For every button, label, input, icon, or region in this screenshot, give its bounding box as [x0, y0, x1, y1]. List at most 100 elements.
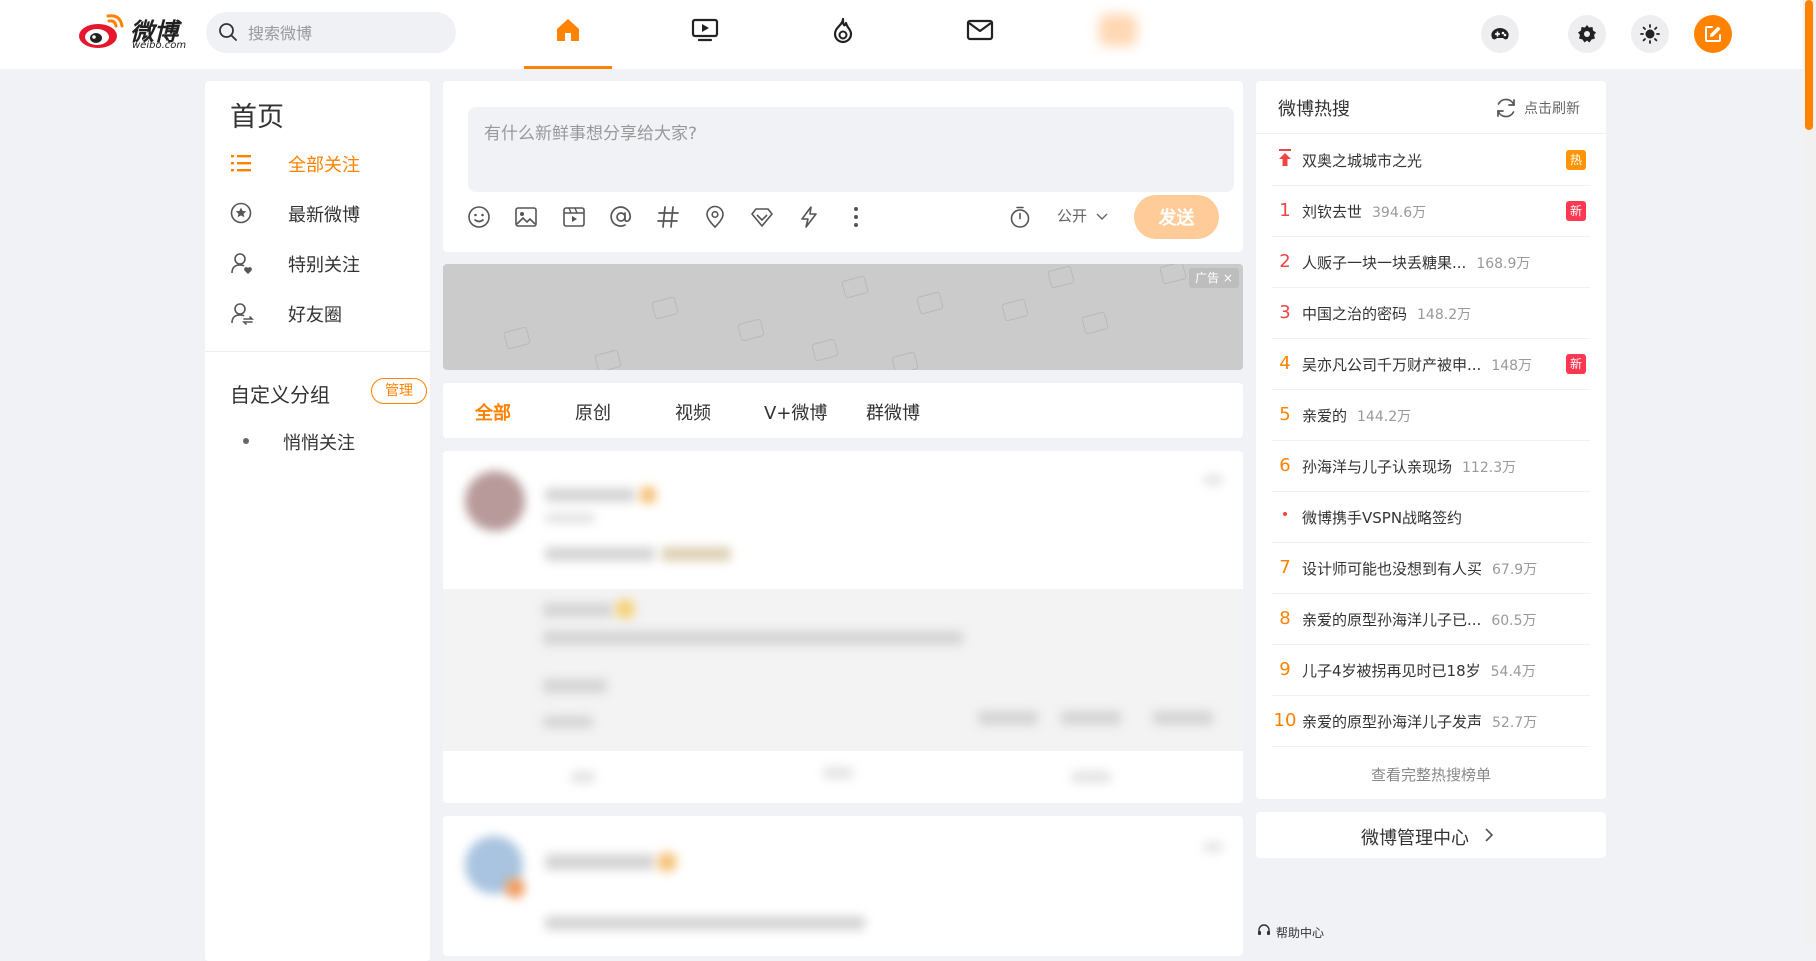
hot-search-item[interactable]: 5 亲爱的 144.2万	[1272, 389, 1590, 441]
hot-search-panel: 微博热搜 点击刷新 双奥之城城市之光 热 1 刘钦去世 394.6万 新 2 人贩…	[1256, 81, 1606, 799]
hot-search-item[interactable]: 1 刘钦去世 394.6万 新	[1272, 185, 1590, 237]
send-button[interactable]: 发送	[1134, 195, 1219, 239]
nav-hot[interactable]	[799, 0, 887, 69]
blurred-more[interactable]	[1203, 842, 1223, 852]
hot-search-item[interactable]: 9 儿子4岁被拐再见时已18岁 54.4万	[1272, 644, 1590, 696]
hot-search-title: 微博热搜	[1278, 99, 1350, 120]
nav-blurred-item[interactable]	[1099, 14, 1137, 46]
theme-button[interactable]	[1631, 15, 1669, 53]
hot-search-item[interactable]: 8 亲爱的原型孙海洋儿子已... 60.5万	[1272, 593, 1590, 645]
manage-groups-button[interactable]: 管理	[371, 378, 427, 404]
sidebar-item-all-follow[interactable]: 全部关注	[230, 142, 420, 182]
message-icon	[966, 19, 994, 41]
visibility-select[interactable]: 公开	[1057, 205, 1108, 226]
hot-rank: 5	[1279, 404, 1291, 425]
image-placeholder-icon	[1081, 311, 1109, 335]
hot-item-title: 吴亦凡公司千万财产被申...	[1302, 356, 1482, 374]
user-swap-icon	[231, 303, 254, 325]
sidebar-item-label: 特别关注	[288, 255, 360, 276]
visibility-label: 公开	[1057, 207, 1088, 225]
nav-home[interactable]	[524, 0, 612, 69]
hot-search-item[interactable]: 7 设计师可能也没想到有人买 67.9万	[1272, 542, 1590, 594]
blurred-more[interactable]	[1203, 475, 1223, 485]
scrollbar-track[interactable]	[1803, 0, 1816, 946]
hot-rank: 7	[1279, 557, 1291, 578]
emoji-button[interactable]	[465, 203, 493, 231]
blurred-action[interactable]	[1071, 771, 1111, 783]
video-upload-icon	[563, 207, 585, 227]
avatar-badge	[505, 878, 525, 898]
tab-video[interactable]: 视频	[675, 399, 711, 425]
hot-search-item[interactable]: 3 中国之治的密码 148.2万	[1272, 287, 1590, 339]
location-button[interactable]	[701, 203, 729, 231]
hot-item-count: 52.7万	[1492, 715, 1538, 731]
weibo-logo[interactable]: 微博 weibo.com	[78, 10, 190, 54]
hot-item-count: 60.5万	[1491, 613, 1537, 629]
schedule-button[interactable]	[1006, 203, 1034, 231]
hot-search-item[interactable]: • 微博携手VSPN战略签约	[1272, 491, 1590, 543]
nav-message[interactable]	[936, 0, 1024, 69]
ad-banner[interactable]: 广告 ×	[443, 264, 1243, 370]
sidebar-item-special[interactable]: 特别关注	[230, 242, 420, 282]
game-icon	[1491, 28, 1509, 40]
video-upload-button[interactable]	[560, 203, 588, 231]
more-button[interactable]	[842, 203, 870, 231]
hot-search-item[interactable]: 2 人贩子一块一块丢糖果... 168.9万	[1272, 236, 1590, 288]
hot-item-title: 刘钦去世	[1302, 203, 1363, 221]
help-headset-icon	[1258, 924, 1270, 935]
hot-badge: 热	[1566, 150, 1586, 170]
search-input[interactable]	[246, 18, 450, 48]
lightning-icon	[801, 206, 817, 228]
sidebar-item-latest[interactable]: 最新微博	[230, 192, 420, 232]
star-icon	[230, 202, 252, 224]
scrollbar-thumb[interactable]	[1805, 0, 1813, 130]
feed-post[interactable]	[443, 816, 1243, 956]
blurred-text	[543, 631, 963, 645]
image-button[interactable]	[512, 203, 540, 231]
view-full-hot-list-link[interactable]: 查看完整热搜榜单	[1256, 764, 1606, 785]
hot-item-count: 67.9万	[1492, 562, 1538, 578]
nav-video[interactable]	[661, 0, 749, 69]
hot-flame-icon	[833, 17, 853, 44]
tab-vplus[interactable]: V+微博	[764, 399, 827, 425]
hot-search-item[interactable]: 4 吴亦凡公司千万财产被申... 148万 新	[1272, 338, 1590, 390]
topic-button[interactable]	[654, 203, 682, 231]
feed-post[interactable]	[443, 451, 1243, 803]
sidebar-item-friends[interactable]: 好友圈	[230, 292, 420, 332]
tab-group[interactable]: 群微博	[866, 399, 920, 425]
new-badge: 新	[1566, 201, 1586, 221]
emoji-icon	[468, 206, 490, 228]
game-button[interactable]	[1481, 15, 1519, 53]
diamond-button[interactable]	[748, 203, 776, 231]
blurred-action[interactable]	[823, 767, 853, 779]
sidebar-item-label: 最新微博	[288, 205, 360, 226]
hot-item-count: 112.3万	[1462, 460, 1517, 476]
blurred-action	[1061, 711, 1121, 725]
hot-item-title: 亲爱的	[1302, 407, 1348, 425]
avatar[interactable]	[465, 471, 525, 531]
blurred-action	[1153, 711, 1213, 725]
hot-rank: 8	[1279, 608, 1291, 629]
hot-search-item[interactable]: 10 亲爱的原型孙海洋儿子发声 52.7万	[1272, 695, 1590, 747]
mention-button[interactable]	[607, 203, 635, 231]
theme-sun-icon	[1640, 24, 1660, 44]
left-sidebar: 首页 全部关注 最新微博 特别关注 好友圈 自定义分组 管理 悄悄关注	[205, 81, 430, 961]
hot-item-count: 394.6万	[1372, 205, 1427, 221]
tab-all[interactable]: 全部	[475, 399, 511, 425]
manage-center-button[interactable]: 微博管理中心	[1256, 812, 1606, 858]
sidebar-group-quiet-follow[interactable]: 悄悄关注	[283, 429, 355, 455]
settings-button[interactable]	[1568, 15, 1606, 53]
post-input[interactable]	[468, 107, 1234, 192]
blurred-action[interactable]	[571, 771, 595, 783]
hot-item-title: 设计师可能也没想到有人买	[1302, 560, 1483, 578]
repost-block[interactable]	[443, 589, 1243, 751]
tab-original[interactable]: 原创	[575, 399, 611, 425]
flash-button[interactable]	[795, 203, 823, 231]
search-box[interactable]	[206, 12, 456, 53]
hot-search-item[interactable]: 双奥之城城市之光 热	[1272, 134, 1590, 186]
ad-close-tag[interactable]: 广告 ×	[1189, 268, 1239, 288]
compose-button[interactable]	[1694, 15, 1732, 53]
hot-rank: 9	[1279, 659, 1291, 680]
image-placeholder-icon	[1001, 298, 1029, 322]
hot-search-item[interactable]: 6 孙海洋与儿子认亲现场 112.3万	[1272, 440, 1590, 492]
